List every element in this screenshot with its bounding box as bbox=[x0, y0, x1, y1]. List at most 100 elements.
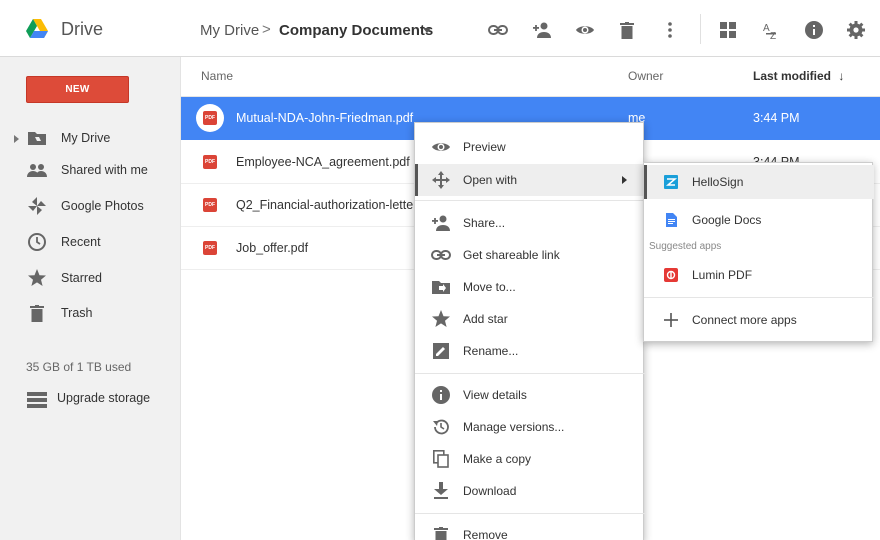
sidebar-item-label: Google Photos bbox=[61, 199, 144, 213]
open-with-submenu: HelloSign Google Docs Suggested apps Lum… bbox=[643, 162, 874, 342]
pdf-icon: PDF bbox=[203, 198, 217, 212]
menu-item-label: Make a copy bbox=[463, 452, 532, 466]
menu-divider bbox=[415, 200, 645, 201]
connect-more-apps[interactable]: Connect more apps bbox=[644, 303, 874, 337]
menu-item-share[interactable]: Share... bbox=[415, 207, 645, 239]
hellosign-icon bbox=[664, 175, 678, 189]
file-name[interactable]: Mutual-NDA-John-Friedman.pdf bbox=[236, 111, 413, 125]
app-name[interactable]: Drive bbox=[61, 19, 103, 40]
sidebar: NEW My Drive Shared with me Google Photo… bbox=[0, 57, 181, 540]
breadcrumb-my-drive[interactable]: My Drive bbox=[200, 22, 259, 39]
app-item-label: Lumin PDF bbox=[692, 268, 753, 282]
trash-icon bbox=[27, 304, 47, 322]
upgrade-storage-link[interactable]: Upgrade storage bbox=[0, 387, 181, 413]
plus-icon bbox=[664, 313, 678, 327]
upgrade-storage-label: Upgrade storage bbox=[57, 391, 151, 405]
folder-move-icon bbox=[431, 278, 451, 296]
submenu-chevron-icon bbox=[622, 176, 627, 184]
new-button[interactable]: NEW bbox=[26, 76, 129, 103]
copy-icon bbox=[431, 450, 451, 468]
pdf-icon: PDF bbox=[203, 241, 217, 255]
menu-item-move-to[interactable]: Move to... bbox=[415, 271, 645, 303]
pinwheel-icon bbox=[27, 197, 47, 215]
app-item-label: Connect more apps bbox=[692, 313, 797, 327]
clock-icon bbox=[27, 233, 47, 251]
folder-drive-icon bbox=[27, 129, 47, 147]
file-modified: 3:44 PM bbox=[753, 111, 800, 125]
sort-az-icon[interactable]: AZ bbox=[761, 20, 781, 40]
folder-dropdown-icon[interactable] bbox=[423, 28, 431, 33]
drive-logo-icon[interactable] bbox=[26, 19, 48, 39]
file-list-header: Name Owner Last modified ↓ bbox=[181, 57, 880, 97]
app-item-label: HelloSign bbox=[692, 175, 744, 189]
star-icon bbox=[27, 269, 47, 287]
menu-item-download[interactable]: Download bbox=[415, 475, 645, 507]
lumin-pdf-icon bbox=[664, 268, 678, 282]
menu-item-open-with[interactable]: Open with bbox=[415, 164, 645, 196]
add-person-icon bbox=[431, 214, 451, 232]
menu-item-label: Download bbox=[463, 484, 517, 498]
sidebar-item-label: My Drive bbox=[61, 131, 111, 145]
breadcrumb-separator: > bbox=[262, 21, 271, 38]
menu-item-rename[interactable]: Rename... bbox=[415, 335, 645, 367]
sort-arrow-icon[interactable]: ↓ bbox=[838, 69, 844, 83]
app-item-label: Google Docs bbox=[692, 213, 762, 227]
svg-text:A: A bbox=[763, 23, 770, 34]
menu-divider bbox=[415, 373, 645, 374]
info-icon bbox=[431, 386, 451, 404]
file-name[interactable]: Employee-NCA_agreement.pdf bbox=[236, 155, 410, 169]
sidebar-item-recent[interactable]: Recent bbox=[0, 227, 181, 257]
menu-item-view-details[interactable]: View details bbox=[415, 379, 645, 411]
menu-item-preview[interactable]: Preview bbox=[415, 131, 645, 163]
menu-item-remove[interactable]: Remove bbox=[415, 519, 645, 540]
menu-item-label: Add star bbox=[463, 312, 508, 326]
sidebar-item-shared-with-me[interactable]: Shared with me bbox=[0, 155, 181, 185]
pdf-icon: PDF bbox=[203, 155, 217, 169]
people-icon bbox=[27, 161, 47, 179]
sidebar-item-trash[interactable]: Trash bbox=[0, 298, 181, 328]
trash-icon bbox=[431, 526, 451, 540]
pdf-icon: PDF bbox=[203, 111, 217, 125]
menu-item-label: Remove bbox=[463, 528, 508, 540]
top-bar: Drive My Drive > Company Documents AZ bbox=[0, 0, 880, 57]
app-item-google-docs[interactable]: Google Docs bbox=[644, 203, 874, 237]
expand-arrow-icon[interactable] bbox=[14, 135, 19, 143]
sidebar-item-google-photos[interactable]: Google Photos bbox=[0, 191, 181, 221]
menu-item-manage-versions[interactable]: Manage versions... bbox=[415, 411, 645, 443]
app-item-hellosign[interactable]: HelloSign bbox=[644, 165, 874, 199]
file-icon-selected: PDF bbox=[196, 104, 224, 132]
menu-item-add-star[interactable]: Add star bbox=[415, 303, 645, 335]
menu-item-label: Open with bbox=[463, 173, 518, 187]
column-name-header[interactable]: Name bbox=[201, 69, 233, 83]
menu-item-label: Get shareable link bbox=[463, 248, 560, 262]
info-icon[interactable] bbox=[804, 20, 824, 40]
add-person-icon[interactable] bbox=[532, 20, 552, 40]
sidebar-item-my-drive[interactable]: My Drive bbox=[0, 123, 181, 153]
history-icon bbox=[431, 418, 451, 436]
file-name[interactable]: Q2_Financial-authorization-letter.pdf bbox=[236, 198, 438, 212]
menu-item-get-link[interactable]: Get shareable link bbox=[415, 239, 645, 271]
app-item-lumin-pdf[interactable]: Lumin PDF bbox=[644, 258, 874, 292]
suggested-apps-caption: Suggested apps bbox=[649, 241, 722, 252]
menu-item-label: Rename... bbox=[463, 344, 519, 358]
grid-view-icon[interactable] bbox=[718, 20, 738, 40]
column-modified-header[interactable]: Last modified ↓ bbox=[753, 69, 844, 83]
menu-item-label: Manage versions... bbox=[463, 420, 565, 434]
sidebar-item-label: Starred bbox=[61, 271, 102, 285]
link-icon[interactable] bbox=[488, 20, 508, 40]
svg-text:Z: Z bbox=[770, 31, 776, 40]
trash-icon[interactable] bbox=[617, 20, 637, 40]
menu-item-make-copy[interactable]: Make a copy bbox=[415, 443, 645, 475]
link-icon bbox=[431, 246, 451, 264]
breadcrumb-current-folder[interactable]: Company Documents bbox=[279, 22, 433, 39]
more-vert-icon[interactable] bbox=[660, 20, 680, 40]
eye-icon bbox=[431, 138, 451, 156]
storage-quota: 35 GB of 1 TB used bbox=[26, 360, 132, 374]
column-owner-header[interactable]: Owner bbox=[628, 69, 663, 83]
column-modified-label: Last modified bbox=[753, 69, 832, 83]
settings-gear-icon[interactable] bbox=[846, 20, 866, 40]
file-name[interactable]: Job_offer.pdf bbox=[236, 241, 308, 255]
menu-divider bbox=[415, 513, 645, 514]
sidebar-item-starred[interactable]: Starred bbox=[0, 263, 181, 293]
preview-eye-icon[interactable] bbox=[575, 20, 595, 40]
